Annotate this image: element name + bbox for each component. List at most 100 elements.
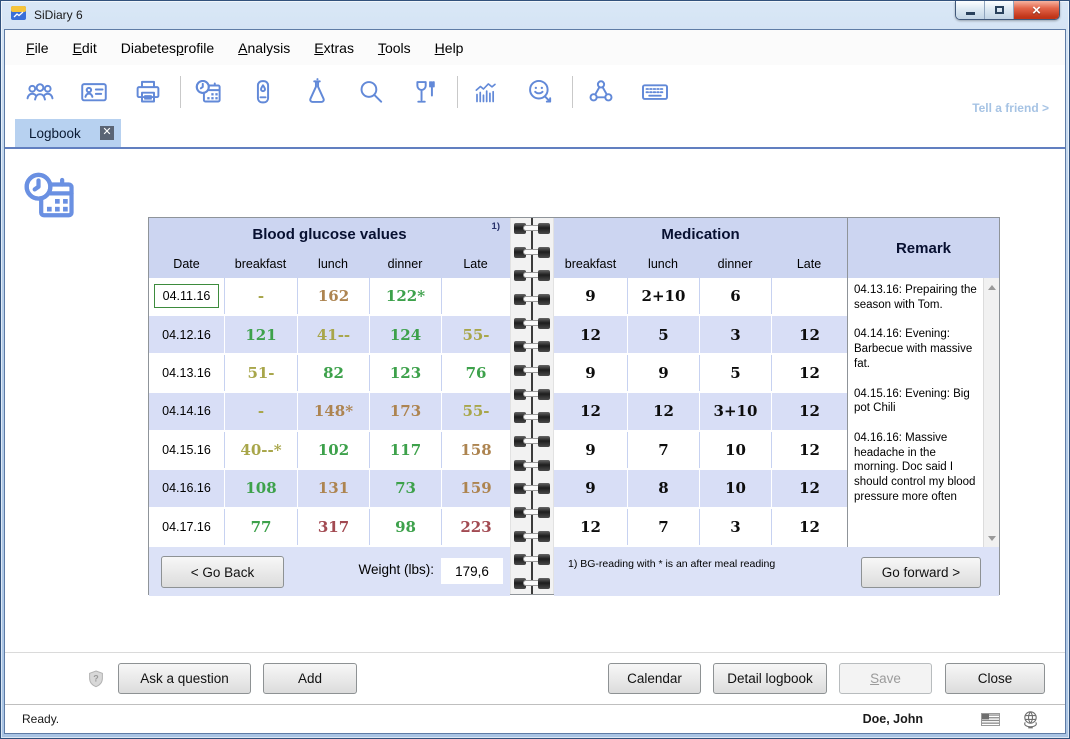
bg-value-cell[interactable]: 55- bbox=[441, 393, 510, 429]
bg-value-cell[interactable]: 223 bbox=[441, 509, 510, 545]
date-cell[interactable]: 04.14.16 bbox=[149, 393, 224, 429]
bg-value-cell[interactable]: 73 bbox=[369, 470, 441, 506]
calendar-button[interactable]: Calendar bbox=[608, 663, 701, 694]
tab-close-icon[interactable]: ✕ bbox=[100, 126, 114, 140]
med-value-cell[interactable]: 5 bbox=[699, 355, 771, 391]
close-window-button[interactable]: × bbox=[1014, 1, 1059, 19]
wellness-icon[interactable] bbox=[524, 76, 556, 108]
help-shield-icon[interactable]: ? bbox=[88, 670, 104, 688]
bg-value-cell[interactable]: 162 bbox=[297, 278, 369, 314]
med-value-cell[interactable]: 8 bbox=[627, 470, 699, 506]
maximize-button[interactable] bbox=[985, 1, 1014, 19]
bg-value-cell[interactable]: 77 bbox=[224, 509, 297, 545]
remark-scrollbar[interactable] bbox=[983, 278, 999, 547]
med-value-cell[interactable]: 3 bbox=[699, 509, 771, 545]
tab-logbook[interactable]: Logbook ✕ bbox=[15, 119, 121, 147]
bg-value-cell[interactable]: 102 bbox=[297, 432, 369, 468]
close-button[interactable]: Close bbox=[945, 663, 1045, 694]
bg-value-cell[interactable]: 82 bbox=[297, 355, 369, 391]
title-bar[interactable]: SiDiary 6 bbox=[1, 1, 1069, 29]
bg-value-cell[interactable]: 159 bbox=[441, 470, 510, 506]
date-cell[interactable]: 04.15.16 bbox=[149, 432, 224, 468]
bg-value-cell[interactable]: - bbox=[224, 278, 297, 314]
nutrition-icon[interactable] bbox=[409, 76, 441, 108]
bg-value-cell[interactable]: 51- bbox=[224, 355, 297, 391]
med-value-cell[interactable]: 12 bbox=[771, 509, 847, 545]
scroll-up-icon[interactable] bbox=[984, 279, 999, 295]
go-back-button[interactable]: < Go Back bbox=[161, 556, 284, 588]
bg-value-cell[interactable]: 148* bbox=[297, 393, 369, 429]
date-cell[interactable]: 04.13.16 bbox=[149, 355, 224, 391]
detail-logbook-button[interactable]: Detail logbook bbox=[713, 663, 827, 694]
date-cell[interactable]: 04.11.16 bbox=[149, 278, 224, 314]
date-cell[interactable]: 04.16.16 bbox=[149, 470, 224, 506]
med-value-cell[interactable]: 9 bbox=[554, 432, 627, 468]
bg-value-cell[interactable]: 122* bbox=[369, 278, 441, 314]
med-value-cell[interactable]: 10 bbox=[699, 470, 771, 506]
date-cell[interactable]: 04.17.16 bbox=[149, 509, 224, 545]
med-value-cell[interactable]: 3+10 bbox=[699, 393, 771, 429]
bg-value-cell[interactable]: 117 bbox=[369, 432, 441, 468]
weight-input[interactable] bbox=[441, 558, 503, 584]
menu-edit[interactable]: Edit bbox=[73, 40, 97, 56]
med-value-cell[interactable]: 12 bbox=[554, 393, 627, 429]
med-value-cell[interactable]: 9 bbox=[554, 470, 627, 506]
med-value-cell[interactable] bbox=[771, 278, 847, 314]
menu-diabetesprofile[interactable]: Diabetesprofile bbox=[121, 40, 214, 56]
med-value-cell[interactable]: 12 bbox=[771, 355, 847, 391]
minimize-button[interactable] bbox=[956, 1, 985, 19]
menu-file[interactable]: File bbox=[26, 40, 49, 56]
share-icon[interactable] bbox=[585, 76, 617, 108]
users-icon[interactable] bbox=[24, 76, 56, 108]
date-cell[interactable]: 04.12.16 bbox=[149, 316, 224, 352]
med-value-cell[interactable]: 10 bbox=[699, 432, 771, 468]
med-value-cell[interactable]: 7 bbox=[627, 509, 699, 545]
med-value-cell[interactable]: 12 bbox=[554, 316, 627, 352]
med-value-cell[interactable]: 6 bbox=[699, 278, 771, 314]
lab-results-icon[interactable] bbox=[301, 76, 333, 108]
tell-a-friend-link[interactable]: Tell a friend > bbox=[972, 101, 1049, 115]
bg-value-cell[interactable]: 317 bbox=[297, 509, 369, 545]
med-value-cell[interactable]: 7 bbox=[627, 432, 699, 468]
menu-extras[interactable]: Extras bbox=[314, 40, 354, 56]
globe-icon[interactable] bbox=[1022, 710, 1039, 729]
scroll-down-icon[interactable] bbox=[984, 530, 999, 546]
med-value-cell[interactable]: 12 bbox=[771, 432, 847, 468]
med-value-cell[interactable]: 9 bbox=[627, 355, 699, 391]
bg-value-cell[interactable]: 98 bbox=[369, 509, 441, 545]
glucose-meter-icon[interactable] bbox=[247, 76, 279, 108]
med-value-cell[interactable]: 5 bbox=[627, 316, 699, 352]
keyboard-layout-flag-icon[interactable] bbox=[981, 713, 1000, 726]
keyboard-icon[interactable] bbox=[639, 76, 671, 108]
save-button[interactable]: Save bbox=[839, 663, 932, 694]
med-value-cell[interactable]: 12 bbox=[771, 393, 847, 429]
patient-card-icon[interactable] bbox=[78, 76, 110, 108]
med-value-cell[interactable]: 9 bbox=[554, 278, 627, 314]
med-value-cell[interactable]: 12 bbox=[627, 393, 699, 429]
remark-body[interactable]: 04.13.16: Prepairing the season with Tom… bbox=[848, 278, 999, 547]
bg-value-cell[interactable]: 173 bbox=[369, 393, 441, 429]
bg-value-cell[interactable]: 76 bbox=[441, 355, 510, 391]
med-value-cell[interactable]: 2+10 bbox=[627, 278, 699, 314]
printer-icon[interactable] bbox=[132, 76, 164, 108]
bg-value-cell[interactable]: 158 bbox=[441, 432, 510, 468]
menu-analysis[interactable]: Analysis bbox=[238, 40, 290, 56]
ask-a-question-button[interactable]: Ask a question bbox=[118, 663, 251, 694]
search-icon[interactable] bbox=[355, 76, 387, 108]
menu-tools[interactable]: Tools bbox=[378, 40, 411, 56]
menu-help[interactable]: Help bbox=[435, 40, 464, 56]
bg-value-cell[interactable]: 108 bbox=[224, 470, 297, 506]
bg-value-cell[interactable]: 123 bbox=[369, 355, 441, 391]
bg-value-cell[interactable]: 40--* bbox=[224, 432, 297, 468]
med-value-cell[interactable]: 3 bbox=[699, 316, 771, 352]
med-value-cell[interactable]: 12 bbox=[554, 509, 627, 545]
bg-value-cell[interactable]: 131 bbox=[297, 470, 369, 506]
bg-value-cell[interactable]: 55- bbox=[441, 316, 510, 352]
go-forward-button[interactable]: Go forward > bbox=[861, 557, 981, 588]
logbook-icon[interactable] bbox=[193, 76, 225, 108]
bg-value-cell[interactable]: 121 bbox=[224, 316, 297, 352]
add-button[interactable]: Add bbox=[263, 663, 357, 694]
bg-value-cell[interactable] bbox=[441, 278, 510, 314]
med-value-cell[interactable]: 9 bbox=[554, 355, 627, 391]
med-value-cell[interactable]: 12 bbox=[771, 316, 847, 352]
